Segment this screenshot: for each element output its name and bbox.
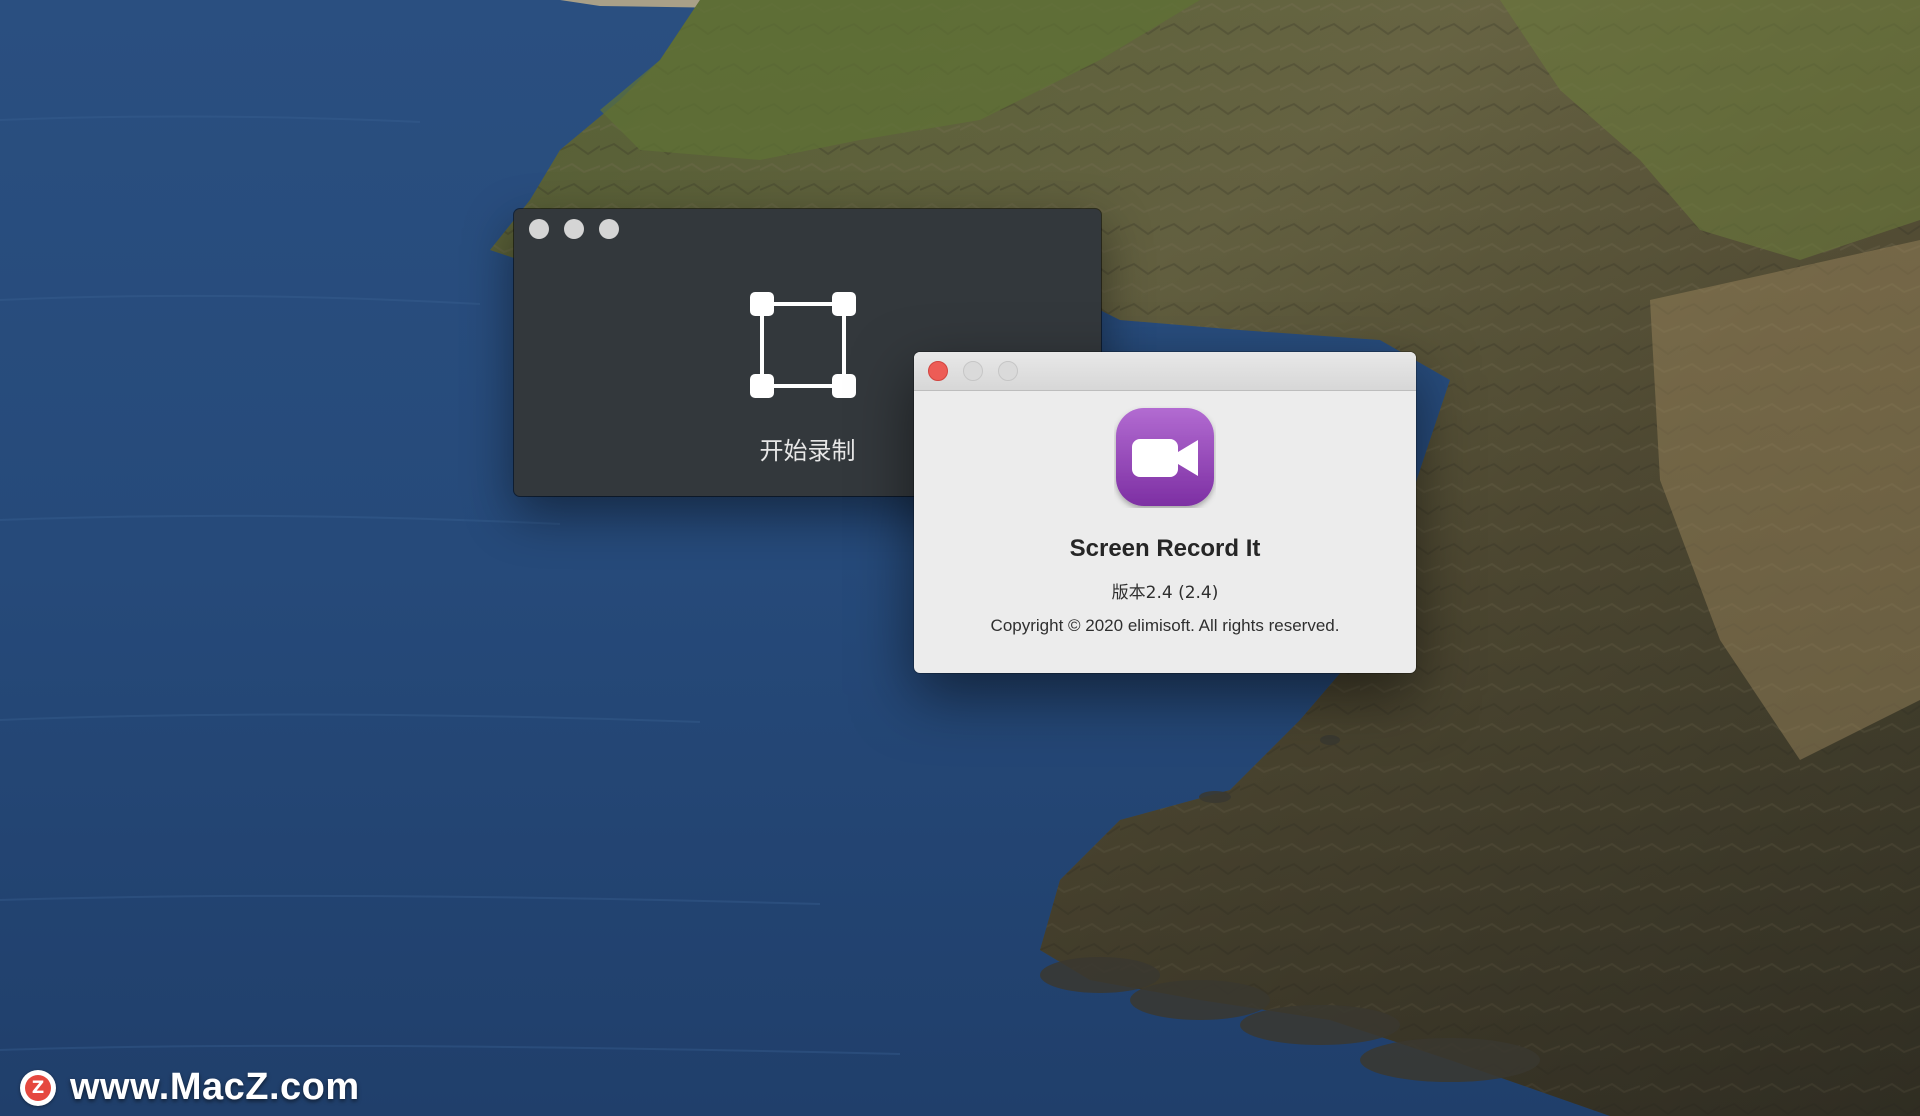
app-copyright: Copyright © 2020 elimisoft. All rights r… [990,616,1340,635]
app-name: Screen Record It [1069,535,1261,562]
macz-logo-icon: Z [20,1069,56,1106]
watermark-text: www.MacZ.com [70,1066,360,1108]
macz-logo-letter: Z [25,1074,51,1101]
zoom-button[interactable] [599,219,619,239]
minimize-button [963,361,983,381]
record-area-icon[interactable] [749,291,857,399]
watermark: Z www.MacZ.com [20,1066,360,1109]
about-window-controls [928,361,1018,381]
video-camera-icon [1116,408,1214,506]
close-button[interactable] [928,361,948,381]
app-version: 版本2.4 (2.4) [1111,583,1219,603]
minimize-button[interactable] [564,219,584,239]
close-button[interactable] [529,219,549,239]
about-titlebar[interactable] [914,352,1416,391]
zoom-button [998,361,1018,381]
recorder-window-controls [529,219,619,239]
about-window: Screen Record It 版本2.4 (2.4) Copyright ©… [914,352,1416,673]
desktop: 开始录制 Screen Record It 版本2.4 (2.4) Copyri… [0,0,1920,1116]
